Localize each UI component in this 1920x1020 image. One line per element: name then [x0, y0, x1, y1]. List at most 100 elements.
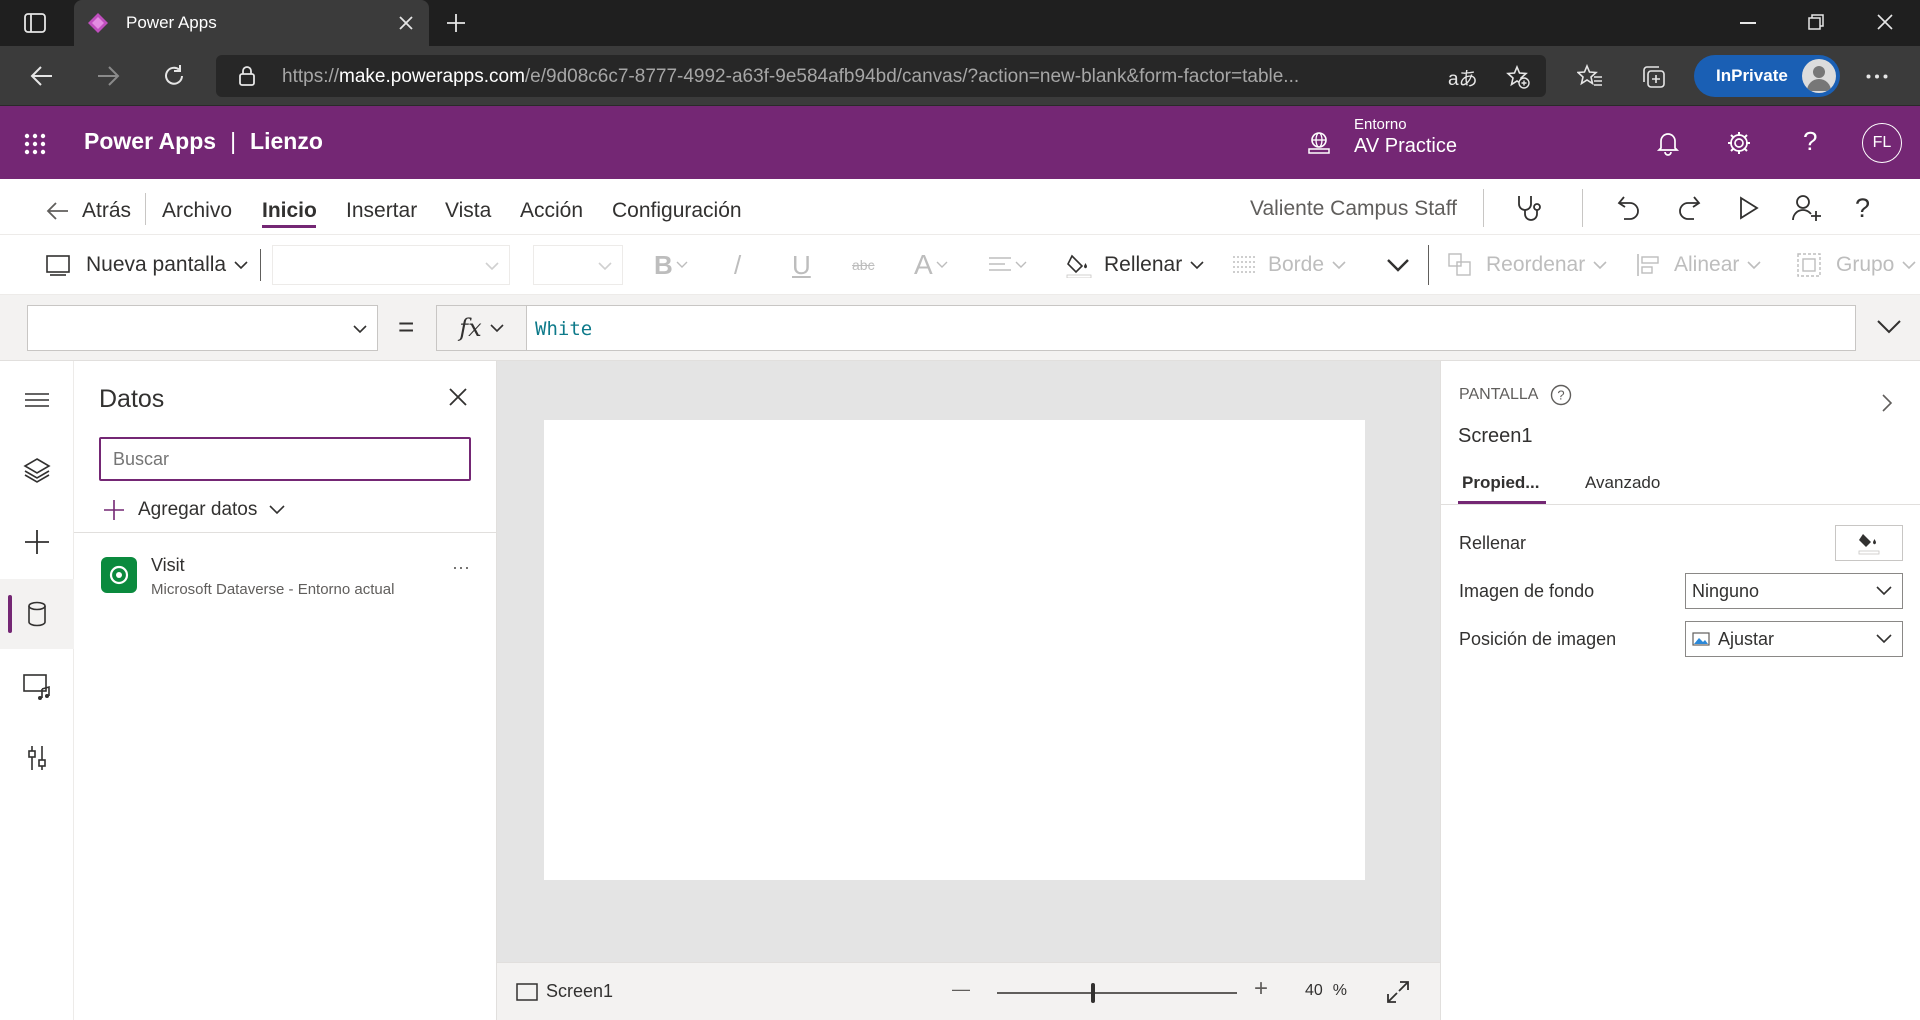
menu-vista[interactable]: Vista	[445, 199, 491, 223]
background-image-select[interactable]: Ninguno	[1685, 573, 1903, 609]
menu-archivo[interactable]: Archivo	[162, 199, 232, 223]
pane-divider	[74, 532, 497, 533]
new-screen-button[interactable]: Nueva pantalla	[46, 235, 248, 295]
align-button: Alinear	[1636, 235, 1761, 295]
property-select[interactable]	[27, 305, 378, 351]
expand-ribbon-chevron[interactable]	[1386, 235, 1410, 295]
left-nav-rail	[0, 361, 74, 1020]
italic-button: /	[734, 249, 742, 280]
zoom-in-button[interactable]: +	[1254, 975, 1268, 1003]
back-icon[interactable]	[30, 65, 54, 87]
fx-button[interactable]: fx	[436, 305, 526, 351]
chevron-down-icon	[1387, 259, 1409, 272]
preview-play-icon[interactable]	[1738, 196, 1760, 220]
share-user-icon[interactable]	[1792, 194, 1822, 222]
chevron-down-icon	[1593, 261, 1607, 270]
fill-button[interactable]: Rellenar	[1066, 235, 1204, 295]
redo-icon[interactable]	[1676, 195, 1702, 221]
equals-sign: =	[398, 311, 415, 342]
chevron-down-icon	[1190, 261, 1204, 270]
back-arrow-icon[interactable]	[46, 201, 70, 221]
align-label: Alinear	[1674, 253, 1740, 276]
hamburger-menu-icon[interactable]	[22, 385, 52, 415]
formula-input[interactable]: White	[526, 305, 1856, 351]
app-screen-canvas[interactable]	[544, 420, 1365, 880]
url-prefix: https://	[282, 66, 340, 87]
screen-selector[interactable]: Screen1	[516, 981, 613, 1002]
close-tab-icon[interactable]	[398, 15, 414, 31]
user-avatar[interactable]: FL	[1862, 123, 1902, 163]
tree-view-layers-icon[interactable]	[22, 455, 52, 485]
app-name[interactable]: Power Apps	[84, 128, 216, 155]
group-icon	[1797, 253, 1821, 277]
plus-icon	[104, 500, 124, 520]
canvas-status-bar: Screen1 — + 40 %	[497, 962, 1440, 1020]
help-circle-icon[interactable]: ?	[1550, 384, 1572, 406]
favorites-icon[interactable]	[1577, 64, 1603, 88]
data-source-item[interactable]: Visit Microsoft Dataverse - Entorno actu…	[74, 543, 497, 605]
border-button: Borde	[1232, 235, 1346, 295]
tab-title: Power Apps	[126, 13, 217, 32]
undo-icon[interactable]	[1616, 195, 1642, 221]
ribbon-toolbar: Nueva pantalla B / U abc A Rellenar Bord…	[0, 235, 1920, 295]
inprivate-button[interactable]: InPrivate	[1694, 55, 1840, 97]
forward-icon	[96, 65, 120, 87]
strikethrough-button: abc	[852, 257, 875, 273]
data-database-icon[interactable]	[22, 599, 52, 629]
insert-plus-icon[interactable]	[22, 527, 52, 557]
image-position-select[interactable]: Ajustar	[1685, 621, 1903, 657]
collapse-pane-chevron[interactable]	[1881, 393, 1893, 413]
fit-to-window-icon[interactable]	[1386, 980, 1410, 1004]
browser-tab[interactable]: Power Apps	[74, 0, 429, 46]
menu-divider	[145, 193, 146, 225]
data-search-input[interactable]	[99, 437, 471, 481]
back-button[interactable]: Atrás	[82, 199, 131, 223]
zoom-out-button[interactable]: —	[952, 979, 970, 1000]
data-pane: Datos Agregar datos Visit Microsoft Data…	[74, 361, 497, 1020]
new-tab-icon[interactable]	[446, 13, 466, 33]
selected-screen-name: Screen1	[1458, 425, 1533, 447]
media-icon[interactable]	[22, 671, 52, 701]
add-data-button[interactable]: Agregar datos	[102, 495, 285, 525]
minimize-icon[interactable]	[1740, 22, 1756, 24]
read-aloud-icon[interactable]: aあ	[1448, 64, 1478, 91]
close-pane-icon[interactable]	[448, 387, 468, 407]
restore-icon[interactable]	[1808, 14, 1824, 30]
notifications-icon[interactable]	[1656, 130, 1680, 156]
reorder-icon	[1448, 253, 1471, 276]
advanced-tools-icon[interactable]	[22, 743, 52, 773]
profile-avatar	[1802, 59, 1836, 93]
collections-icon[interactable]	[1641, 64, 1667, 90]
tab-advanced[interactable]: Avanzado	[1585, 473, 1660, 493]
menu-configuracion[interactable]: Configuración	[612, 199, 742, 223]
org-name: Valiente Campus Staff	[1250, 197, 1458, 220]
menu-insertar[interactable]: Insertar	[346, 199, 417, 223]
data-source-name: Visit	[151, 555, 185, 575]
add-favorite-icon[interactable]	[1506, 65, 1530, 89]
help-icon[interactable]: ?	[1855, 193, 1870, 224]
formula-expression: White	[535, 318, 593, 340]
zoom-slider[interactable]	[997, 981, 1237, 1005]
zoom-slider-thumb[interactable]	[1091, 983, 1095, 1003]
environment-picker[interactable]: Entorno AV Practice	[1354, 116, 1457, 158]
lock-icon[interactable]	[238, 66, 256, 86]
tab-actions-icon[interactable]	[24, 13, 46, 33]
refresh-icon[interactable]	[162, 64, 186, 88]
more-options-icon[interactable]: ···	[452, 557, 470, 578]
url-field[interactable]: https://make.powerapps.com/e/9d08c6c7-87…	[216, 55, 1546, 97]
settings-icon[interactable]	[1726, 130, 1752, 156]
app-checker-icon[interactable]	[1516, 194, 1542, 224]
fill-color-picker[interactable]	[1835, 525, 1903, 561]
fill-property-label: Rellenar	[1459, 533, 1527, 553]
new-screen-label: Nueva pantalla	[86, 253, 227, 276]
close-window-icon[interactable]	[1877, 14, 1893, 30]
tab-properties[interactable]: Propied...	[1462, 473, 1539, 493]
app-launcher-icon[interactable]	[24, 133, 46, 155]
browser-menu-icon[interactable]	[1866, 74, 1888, 79]
chevron-down-icon	[269, 505, 285, 515]
help-icon[interactable]: ?	[1803, 126, 1817, 157]
menu-inicio[interactable]: Inicio	[262, 199, 317, 223]
chevron-down-icon	[1876, 634, 1892, 644]
menu-accion[interactable]: Acción	[520, 199, 583, 223]
expand-formula-chevron[interactable]	[1876, 319, 1902, 335]
